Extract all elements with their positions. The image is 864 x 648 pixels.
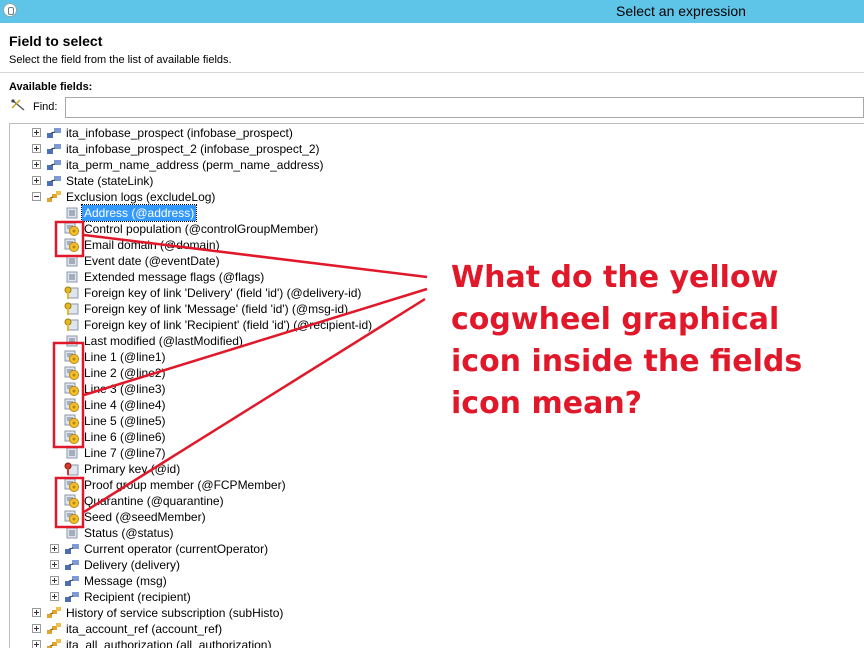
annotation-arrow-2 bbox=[83, 287, 428, 397]
annotation-box-1 bbox=[54, 220, 85, 258]
annotation-arrow-1 bbox=[83, 233, 428, 279]
annotation-overlay bbox=[52, 220, 428, 529]
annotation-arrow-3 bbox=[83, 297, 426, 514]
annotation-box-2 bbox=[52, 341, 85, 449]
annotation-box-3 bbox=[54, 476, 85, 529]
